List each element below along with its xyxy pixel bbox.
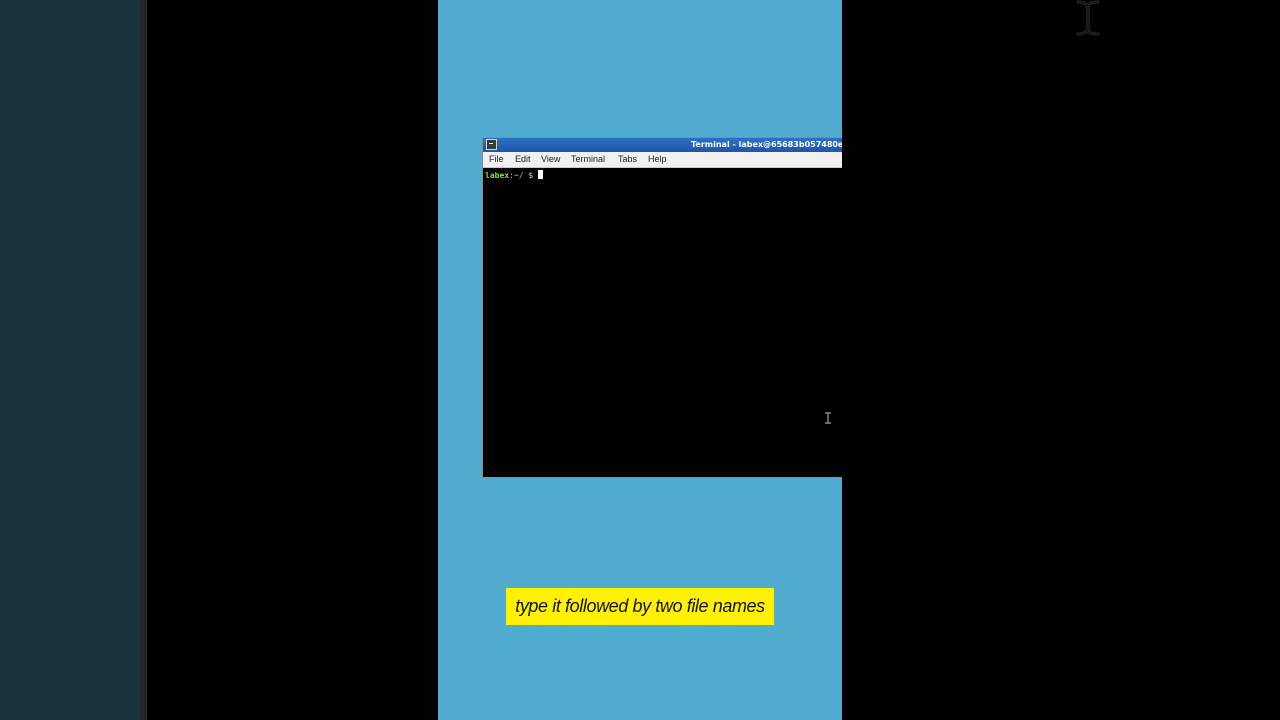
prompt-user: labex — [485, 171, 510, 180]
menu-tabs[interactable]: Tabs — [618, 154, 637, 165]
menu-bar: File Edit View Terminal Tabs Help — [483, 152, 842, 168]
video-frame: Terminal - labex@65683b057480e8 File Edi… — [0, 0, 1280, 720]
terminal-titlebar[interactable]: Terminal - labex@65683b057480e8 — [483, 138, 842, 152]
terminal-output[interactable]: labex:~/ $ — [483, 168, 842, 477]
menu-help[interactable]: Help — [648, 154, 667, 165]
text-cursor-ibeam-icon — [825, 412, 831, 424]
window-title: Terminal - labex@65683b057480e8 — [691, 140, 842, 149]
ibeam-cursor-icon — [1076, 0, 1100, 36]
menu-file[interactable]: File — [489, 154, 504, 165]
menu-terminal[interactable]: Terminal — [571, 154, 605, 165]
terminal-window[interactable]: Terminal - labex@65683b057480e8 File Edi… — [482, 137, 842, 478]
caption-text: type it followed by two file names — [515, 596, 765, 616]
desktop: Terminal - labex@65683b057480e8 File Edi… — [438, 0, 842, 720]
prompt-line: labex:~/ $ — [485, 170, 544, 181]
caption-box: type it followed by two file names — [506, 588, 774, 625]
menu-view[interactable]: View — [541, 154, 560, 165]
menu-edit[interactable]: Edit — [515, 154, 531, 165]
left-backdrop — [0, 0, 140, 720]
left-backdrop-edge — [140, 0, 147, 720]
prompt-path: ~/ — [513, 171, 524, 180]
text-caret — [538, 170, 544, 179]
terminal-icon[interactable] — [486, 139, 497, 150]
prompt-dollar: $ — [528, 171, 534, 180]
